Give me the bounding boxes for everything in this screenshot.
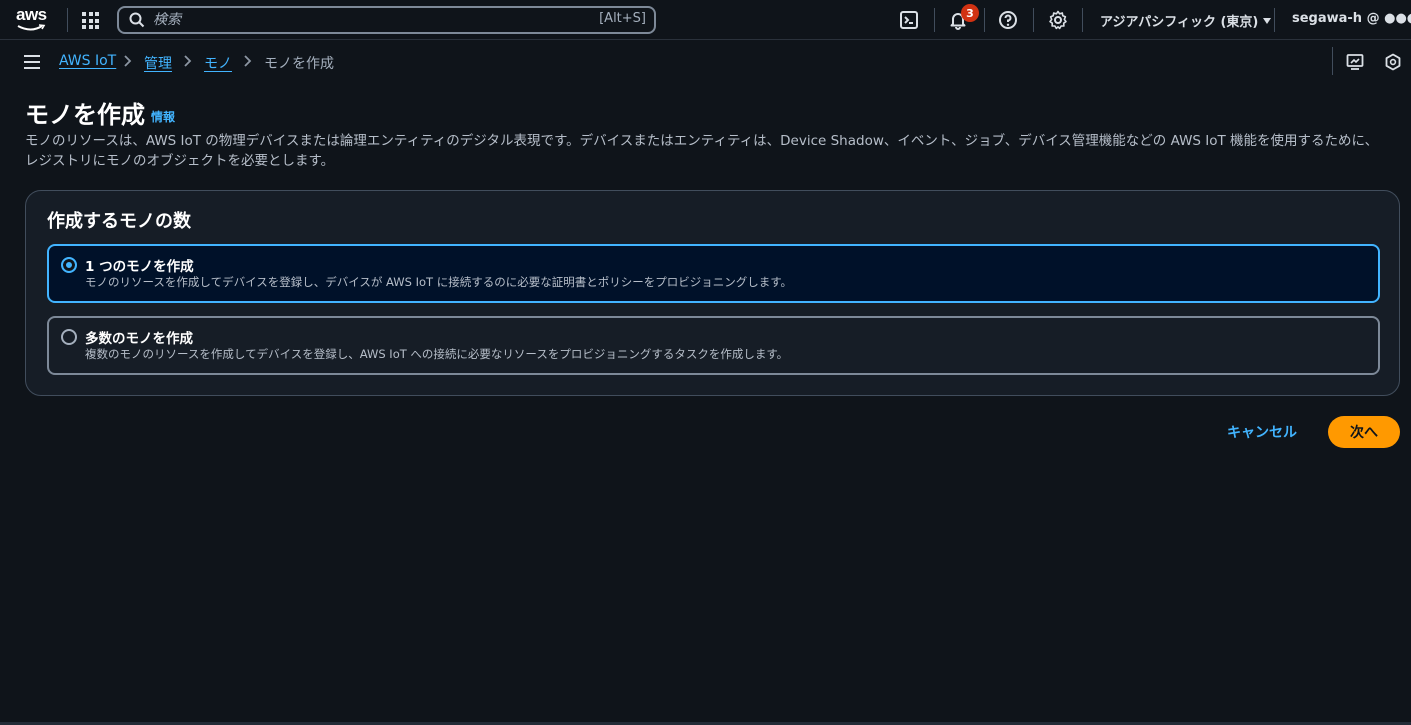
hexagon-settings-icon[interactable] [1384, 53, 1402, 71]
breadcrumb-bar: AWS IoT 管理 モノ モノを作成 [0, 41, 1411, 82]
option-label: 1 つのモノを作成 [85, 259, 194, 275]
search-input[interactable] [153, 10, 573, 30]
nav-divider [984, 8, 985, 32]
menu-icon[interactable] [24, 55, 40, 69]
thing-count-container: 作成するモノの数 1 つのモノを作成 モノのリソースを作成してデバイスを登録し、… [25, 190, 1400, 396]
account-menu[interactable]: segawa-h @ ●●● [1292, 11, 1411, 26]
breadcrumb-things[interactable]: モノ [204, 53, 232, 73]
aws-smile-icon [17, 24, 46, 31]
top-navigation: aws [Alt+S] 3 アジアパシフィック [0, 0, 1411, 40]
toolbar-divider [1332, 47, 1333, 75]
chevron-right-icon [184, 55, 192, 67]
caret-down-icon [1263, 18, 1272, 24]
nav-divider [934, 8, 935, 32]
page-description: モノのリソースは、AWS IoT の物理デバイスまたは論理エンティティのデジタル… [25, 133, 1379, 169]
help-icon[interactable] [998, 10, 1018, 30]
breadcrumb-current: モノを作成 [264, 56, 334, 72]
breadcrumb-manage[interactable]: 管理 [144, 53, 172, 73]
chevron-right-icon [244, 55, 252, 67]
breadcrumb-aws-iot[interactable]: AWS IoT [59, 53, 116, 69]
monitor-icon[interactable] [1346, 53, 1364, 71]
info-link[interactable]: 情報 [151, 108, 175, 125]
search-box[interactable]: [Alt+S] [117, 6, 656, 34]
radio-single-thing[interactable] [61, 257, 77, 273]
cloudshell-icon[interactable] [899, 10, 919, 30]
option-label: 多数のモノを作成 [85, 331, 193, 347]
search-shortcut: [Alt+S] [599, 11, 646, 26]
nav-divider [67, 8, 68, 32]
grid-icon[interactable] [82, 12, 99, 29]
chevron-right-icon [124, 55, 132, 67]
nav-divider [1274, 8, 1275, 32]
gear-icon[interactable] [1048, 10, 1068, 30]
radio-many-things[interactable] [61, 329, 77, 345]
nav-divider [1082, 8, 1083, 32]
option-description: 複数のモノのリソースを作成してデバイスを登録し、AWS IoT への接続に必要な… [85, 347, 789, 361]
aws-logo[interactable]: aws [16, 6, 50, 34]
account-label: segawa-h @ ●●● [1292, 11, 1411, 26]
option-single-thing[interactable]: 1 つのモノを作成 モノのリソースを作成してデバイスを登録し、デバイスが AWS… [47, 244, 1380, 303]
nav-divider [1033, 8, 1034, 32]
region-label: アジアパシフィック (東京) [1100, 15, 1259, 30]
option-many-things[interactable]: 多数のモノを作成 複数のモノのリソースを作成してデバイスを登録し、AWS IoT… [47, 316, 1380, 375]
page-title: モノを作成 [25, 101, 145, 129]
cancel-button[interactable]: キャンセル [1216, 416, 1308, 448]
section-title: 作成するモノの数 [47, 211, 191, 232]
next-button[interactable]: 次へ [1328, 416, 1400, 448]
notification-badge: 3 [961, 4, 979, 22]
aws-logo-text: aws [16, 5, 47, 24]
region-selector[interactable]: アジアパシフィック (東京) [1100, 11, 1272, 30]
option-description: モノのリソースを作成してデバイスを登録し、デバイスが AWS IoT に接続する… [85, 275, 793, 289]
search-icon [129, 12, 145, 28]
